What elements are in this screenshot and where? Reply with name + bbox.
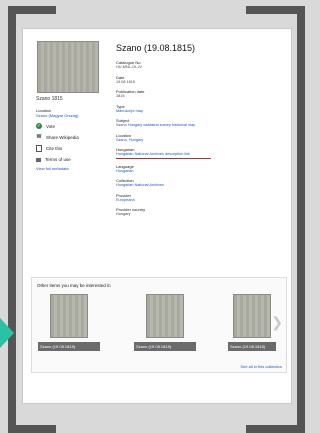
action-label: Cite this — [46, 146, 63, 151]
location-link[interactable]: Szano (Magyar Orszag) — [36, 113, 105, 118]
action-terms[interactable]: Terms of use — [36, 157, 105, 162]
document-icon — [36, 145, 42, 152]
side-tab-arrow[interactable] — [0, 318, 14, 348]
see-all-link[interactable]: See all in this collection — [240, 364, 282, 369]
green-circle-icon: ✓ — [36, 123, 42, 129]
record-main: Szano (19.08.1815) Catalogue No. HU-MNL-… — [116, 43, 286, 222]
related-item-caption[interactable]: Szano (19.08.1815) — [134, 342, 196, 351]
field-value-link[interactable]: Szano, Hungary — [116, 138, 286, 143]
related-item-caption[interactable]: Szano (19.08.1815) — [228, 342, 276, 351]
thumbnail-caption: Szano 1815 — [36, 96, 63, 102]
related-item-thumbnail[interactable] — [146, 294, 184, 338]
field-value-link[interactable]: Europeana — [116, 198, 286, 203]
related-item-thumbnail[interactable] — [233, 294, 271, 338]
action-label: Share Wikipedia — [46, 134, 79, 140]
field-provider-country: Provider country Hungary — [116, 207, 286, 217]
chevron-right-icon[interactable]: ❯ — [271, 314, 283, 331]
related-item-card[interactable]: Szano (19.08.1815) — [38, 294, 100, 354]
view-metadata-link[interactable]: View full metadata — [36, 166, 105, 171]
action-vote[interactable]: ✓ Vote — [36, 123, 105, 129]
wikipedia-icon: W — [36, 134, 42, 140]
related-item-card[interactable]: Szano (19.08.1815) — [134, 294, 196, 354]
field-type: Type Manuscript map — [116, 104, 286, 114]
action-label: Terms of use — [45, 157, 71, 162]
field-value-link[interactable]: Hungarian National Archives — [116, 183, 286, 188]
viewer-frame-bottom-right — [246, 425, 305, 433]
field-provider: Provider Europeana — [116, 193, 286, 203]
field-location: Location Szano, Hungary — [116, 133, 286, 143]
related-item-thumbnail[interactable] — [50, 294, 88, 338]
field-publication-date: Publication date 1815 — [116, 89, 286, 99]
viewer-frame-left — [8, 6, 16, 433]
viewer-frame-bottom-left — [8, 425, 56, 433]
field-catalogue: Catalogue No. HU-MNL-OL-IV — [116, 60, 286, 70]
field-value-link[interactable]: Szano Hungary cadastral survey historica… — [116, 123, 286, 128]
record-title: Szano (19.08.1815) — [116, 43, 196, 53]
field-collection: Collection Hungarian National Archives — [116, 178, 286, 188]
field-value: HU-MNL-OL-IV — [116, 65, 142, 69]
carousel-title: Other items you may be interested in — [37, 283, 111, 288]
field-date: Date 19.08.1815 — [116, 75, 286, 85]
viewer-frame-top-left — [8, 6, 56, 14]
left-column: Szano 1815 Location Szano (Magyar Orszag… — [33, 41, 105, 171]
action-label: Vote — [46, 123, 56, 129]
lock-icon — [36, 157, 41, 162]
field-value-link[interactable]: Manuscript map — [116, 109, 286, 114]
viewer-frame-top-right — [246, 6, 305, 14]
record-thumbnail[interactable] — [37, 41, 99, 93]
related-item-caption[interactable]: Szano (19.08.1815) — [38, 342, 100, 351]
action-cite[interactable]: Cite this — [36, 145, 105, 152]
field-value: Hungary — [116, 212, 131, 216]
field-subject: Subject Szano Hungary cadastral survey h… — [116, 118, 286, 128]
action-share-wikipedia[interactable]: W Share Wikipedia — [36, 134, 105, 140]
field-description: Hungarian Hungarian National Archives de… — [116, 147, 286, 159]
related-items-carousel: Other items you may be interested in Sza… — [31, 277, 287, 373]
record-page: Szano 1815 Location Szano (Magyar Orszag… — [22, 28, 292, 404]
field-value-link[interactable]: Hungarian National Archives description … — [116, 152, 286, 157]
field-value: 1815 — [116, 94, 125, 98]
highlight-underline — [116, 157, 211, 159]
viewer-frame-right — [297, 6, 305, 433]
field-language: Language Hungarian — [116, 164, 286, 174]
related-item-card[interactable]: Szano (19.08.1815) — [228, 294, 276, 354]
field-value: 19.08.1815 — [116, 79, 136, 84]
field-value-link[interactable]: Hungarian — [116, 169, 286, 174]
